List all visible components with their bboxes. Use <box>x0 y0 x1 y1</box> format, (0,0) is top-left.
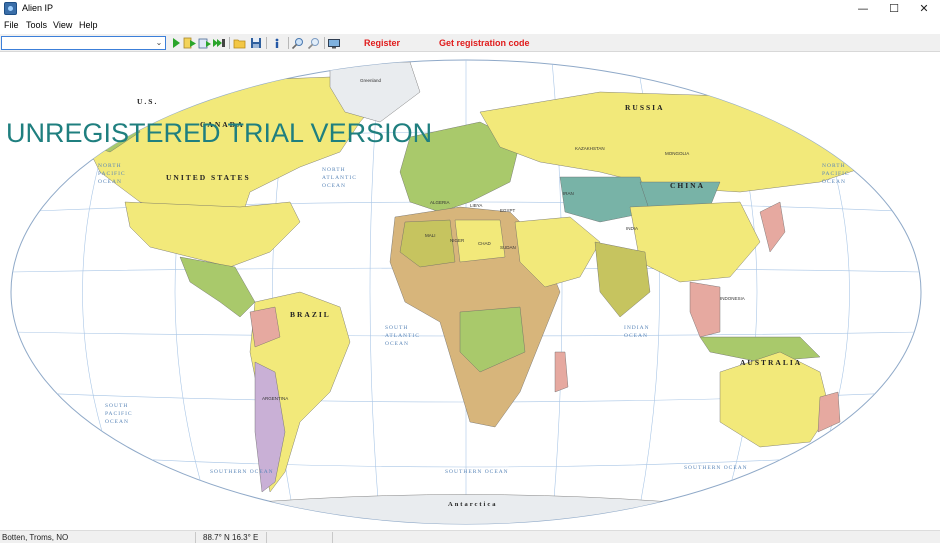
trace-file-button[interactable] <box>198 36 212 50</box>
toolbar-separator <box>324 37 325 49</box>
antarctica-region <box>149 494 781 524</box>
trace-all-button[interactable] <box>212 36 226 50</box>
indonesia-label: INDONESIA <box>720 296 745 301</box>
list-play-icon <box>183 37 196 49</box>
zoom-out-icon <box>307 38 319 50</box>
floppy-disk-icon <box>251 38 261 48</box>
address-combobox[interactable]: ⌄ <box>1 36 166 50</box>
egypt-label: EGYPT <box>500 208 516 213</box>
north-pacific-left-label: OCEAN <box>98 179 122 185</box>
southern-ocean-label: SOUTHERN OCEAN <box>445 469 509 475</box>
menu-file[interactable]: File <box>4 20 19 30</box>
south-pacific-label: PACIFIC <box>105 411 133 417</box>
brazil-label: BRAZIL <box>290 310 331 319</box>
get-registration-code-link[interactable]: Get registration code <box>439 38 530 48</box>
close-button[interactable]: ✕ <box>909 0 939 18</box>
us-alaska-label: U.S. <box>137 97 158 106</box>
status-divider <box>266 532 267 543</box>
north-pacific-right-label: OCEAN <box>822 179 846 185</box>
southern-ocean-label: SOUTHERN OCEAN <box>684 465 748 471</box>
register-link[interactable]: Register <box>364 38 400 48</box>
play-icon <box>173 38 180 48</box>
status-location: Botten, Troms, NO <box>2 533 69 542</box>
south-pacific-label: OCEAN <box>105 419 129 425</box>
trial-watermark: UNREGISTERED TRIAL VERSION <box>6 118 433 148</box>
south-pacific-label: SOUTH <box>105 403 128 409</box>
zoom-in-icon <box>291 38 303 50</box>
algeria-label: ALGERIA <box>430 200 450 205</box>
north-pacific-left-label: NORTH <box>98 163 122 169</box>
title-bar: Alien IP — ☐ ✕ <box>0 0 940 18</box>
folder-open-icon <box>233 39 246 49</box>
trace-button[interactable] <box>169 36 183 50</box>
status-divider <box>195 532 196 543</box>
south-atlantic-label: OCEAN <box>385 341 409 347</box>
open-button[interactable] <box>233 36 247 50</box>
russia-label: RUSSIA <box>625 103 665 112</box>
zoom-in-button[interactable] <box>291 36 305 50</box>
chevron-down-icon[interactable]: ⌄ <box>154 37 164 49</box>
greenland-label: Greenland <box>360 78 382 83</box>
mongolia-label: MONGOLIA <box>665 151 689 156</box>
minimize-button[interactable]: — <box>848 0 878 18</box>
india-label: INDIA <box>626 226 638 231</box>
file-play-icon <box>198 38 211 49</box>
north-atlantic-label: NORTH <box>322 167 346 173</box>
monitor-icon <box>328 39 340 49</box>
screenshot-button[interactable] <box>327 36 341 50</box>
china-label: CHINA <box>670 181 705 190</box>
menu-view[interactable]: View <box>53 20 72 30</box>
menu-tools[interactable]: Tools <box>26 20 47 30</box>
north-atlantic-label: ATLANTIC <box>322 175 357 181</box>
multi-play-icon <box>213 39 225 47</box>
indian-ocean-label: INDIAN <box>624 325 650 331</box>
argentina-label: ARGENTINA <box>262 396 288 401</box>
south-atlantic-label: ATLANTIC <box>385 333 420 339</box>
status-coordinates: 88.7° N 16.3° E <box>203 533 259 542</box>
trace-list-button[interactable] <box>183 36 197 50</box>
united-states-label: UNITED STATES <box>166 173 251 182</box>
north-pacific-right-label: PACIFIC <box>822 171 850 177</box>
mali-label: MALI <box>425 233 436 238</box>
north-pacific-right-label: NORTH <box>822 163 846 169</box>
antarctica-label: Antarctica <box>448 501 497 508</box>
toolbar-separator <box>266 37 267 49</box>
iran-label: IRAN <box>563 191 574 196</box>
southern-ocean-label: SOUTHERN OCEAN <box>210 469 274 475</box>
info-button[interactable] <box>270 36 284 50</box>
toolbar-separator <box>229 37 230 49</box>
app-icon <box>4 2 17 15</box>
menu-help[interactable]: Help <box>79 20 98 30</box>
address-input[interactable] <box>2 37 152 49</box>
south-atlantic-label: SOUTH <box>385 325 408 331</box>
toolbar-separator <box>288 37 289 49</box>
north-pacific-left-label: PACIFIC <box>98 171 126 177</box>
north-atlantic-label: OCEAN <box>322 183 346 189</box>
sudan-label: SUDAN <box>500 245 516 250</box>
save-button[interactable] <box>249 36 263 50</box>
zoom-out-button[interactable] <box>307 36 321 50</box>
kazakhstan-label: KAZAKHSTAN <box>575 146 605 151</box>
libya-label: LIBYA <box>470 203 482 208</box>
status-bar: Botten, Troms, NO 88.7° N 16.3° E <box>0 530 940 543</box>
niger-label: NIGER <box>450 238 465 243</box>
window-title: Alien IP <box>22 3 54 13</box>
status-divider <box>332 532 333 543</box>
indian-ocean-label: OCEAN <box>624 333 648 339</box>
australia-label: AUSTRALIA <box>740 358 802 367</box>
maximize-button[interactable]: ☐ <box>879 0 909 18</box>
chad-label: CHAD <box>478 241 492 246</box>
toolbar: ⌄ Register Get registration code <box>0 34 940 52</box>
menu-bar: File Tools View Help <box>0 18 940 34</box>
info-icon <box>275 38 279 48</box>
